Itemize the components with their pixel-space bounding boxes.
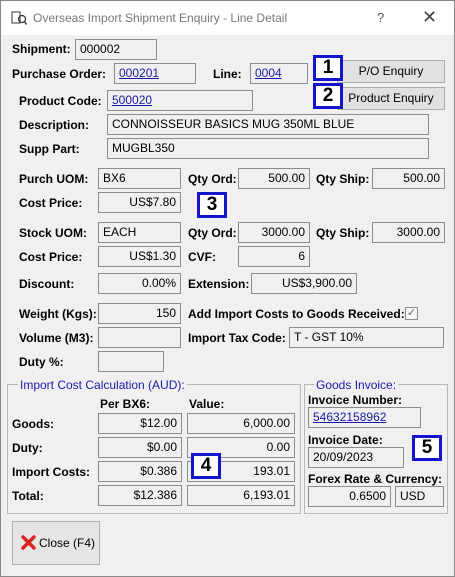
import-costs-label: Import Costs: xyxy=(12,465,90,479)
duty-per-field: $0.00 xyxy=(98,437,182,458)
callout-badge-5: 5 xyxy=(412,435,442,461)
line-link[interactable]: 0004 xyxy=(250,63,308,84)
import-tax-code-label: Import Tax Code: xyxy=(188,331,286,345)
volume-label: Volume (M3): xyxy=(19,331,94,345)
purch-qty-ord-label: Qty Ord: xyxy=(188,172,237,186)
goods-invoice-group-title: Goods Invoice: xyxy=(314,378,399,392)
purch-cost-field: US$7.80 xyxy=(98,192,181,213)
app-icon xyxy=(11,11,27,25)
add-import-costs-checkbox[interactable]: ✓ xyxy=(405,307,418,320)
add-import-costs-label: Add Import Costs to Goods Received: xyxy=(188,307,405,321)
window-title: Overseas Import Shipment Enquiry - Line … xyxy=(33,11,288,25)
purch-uom-field: BX6 xyxy=(98,168,181,189)
purchase-order-link[interactable]: 000201 xyxy=(114,63,196,84)
line-label: Line: xyxy=(213,67,242,81)
product-enquiry-button[interactable]: Product Enquiry xyxy=(337,87,445,110)
duty-field xyxy=(98,351,164,372)
forex-rate-field: 0.6500 xyxy=(308,486,391,507)
description-field: CONNOISSEUR BASICS MUG 350ML BLUE xyxy=(107,114,429,135)
total-label: Total: xyxy=(12,489,44,503)
purchase-order-label: Purchase Order: xyxy=(12,67,107,81)
help-button[interactable]: ? xyxy=(377,10,384,25)
extension-label: Extension: xyxy=(188,277,250,291)
weight-field: 150 xyxy=(98,303,181,324)
callout-badge-2: 2 xyxy=(313,83,343,109)
close-window-button[interactable]: ✕ xyxy=(422,7,437,28)
discount-label: Discount: xyxy=(19,277,75,291)
invoice-number-label: Invoice Number: xyxy=(308,393,403,407)
callout-badge-3: 3 xyxy=(197,192,227,218)
stock-qty-ship-label: Qty Ship: xyxy=(316,226,370,240)
total-value-field: 6,193.01 xyxy=(187,485,295,506)
import-cost-group-title: Import Cost Calculation (AUD): xyxy=(18,378,187,392)
description-label: Description: xyxy=(19,118,90,132)
import-tax-code-field: T - GST 10% xyxy=(289,327,444,348)
title-bar: Overseas Import Shipment Enquiry - Line … xyxy=(1,1,454,35)
stock-cost-label: Cost Price: xyxy=(19,250,83,264)
stock-qty-ord-label: Qty Ord: xyxy=(188,226,237,240)
currency-field: USD xyxy=(395,486,444,507)
stock-qty-ord-field: 3000.00 xyxy=(238,222,310,243)
product-code-link[interactable]: 500020 xyxy=(107,90,253,111)
forex-label: Forex Rate & Currency: xyxy=(308,472,443,486)
volume-field xyxy=(98,327,181,348)
close-button[interactable]: Close (F4) xyxy=(12,521,100,565)
cvf-label: CVF: xyxy=(188,250,216,264)
import-costs-per-field: $0.386 xyxy=(98,461,182,482)
weight-label: Weight (Kgs): xyxy=(19,307,97,321)
purch-qty-ord-field: 500.00 xyxy=(238,168,310,189)
invoice-date-field: 20/09/2023 xyxy=(308,447,404,468)
cvf-field: 6 xyxy=(238,246,310,267)
supp-part-field: MUGBL350 xyxy=(107,138,429,159)
callout-badge-1: 1 xyxy=(313,55,343,81)
stock-qty-ship-field: 3000.00 xyxy=(372,222,445,243)
stock-cost-field: US$1.30 xyxy=(98,246,181,267)
invoice-date-label: Invoice Date: xyxy=(308,433,383,447)
product-code-label: Product Code: xyxy=(19,94,102,108)
purch-qty-ship-label: Qty Ship: xyxy=(316,172,370,186)
purch-uom-label: Purch UOM: xyxy=(19,172,89,186)
extension-field: US$3,900.00 xyxy=(251,273,357,294)
shipment-field: 000002 xyxy=(75,39,157,60)
duty-label: Duty %: xyxy=(19,355,64,369)
discount-field: 0.00% xyxy=(98,273,181,294)
close-x-icon xyxy=(21,535,36,550)
purch-qty-ship-field: 500.00 xyxy=(372,168,445,189)
callout-badge-4: 4 xyxy=(191,453,221,479)
value-header: Value: xyxy=(189,397,225,411)
shipment-label: Shipment: xyxy=(12,42,71,56)
invoice-number-link[interactable]: 54632158962 xyxy=(308,407,421,428)
duty-row-label: Duty: xyxy=(12,441,43,455)
stock-uom-label: Stock UOM: xyxy=(19,226,88,240)
total-per-field: $12.386 xyxy=(98,485,182,506)
line-detail-window: Overseas Import Shipment Enquiry - Line … xyxy=(0,0,455,577)
goods-label: Goods: xyxy=(12,417,54,431)
purch-cost-label: Cost Price: xyxy=(19,196,83,210)
goods-value-field: 6,000.00 xyxy=(187,413,295,434)
stock-uom-field: EACH xyxy=(98,222,181,243)
po-enquiry-button[interactable]: P/O Enquiry xyxy=(337,60,445,83)
goods-per-field: $12.00 xyxy=(98,413,182,434)
close-button-label: Close (F4) xyxy=(39,536,96,550)
supp-part-label: Supp Part: xyxy=(19,142,80,156)
per-uom-header: Per BX6: xyxy=(100,397,151,411)
